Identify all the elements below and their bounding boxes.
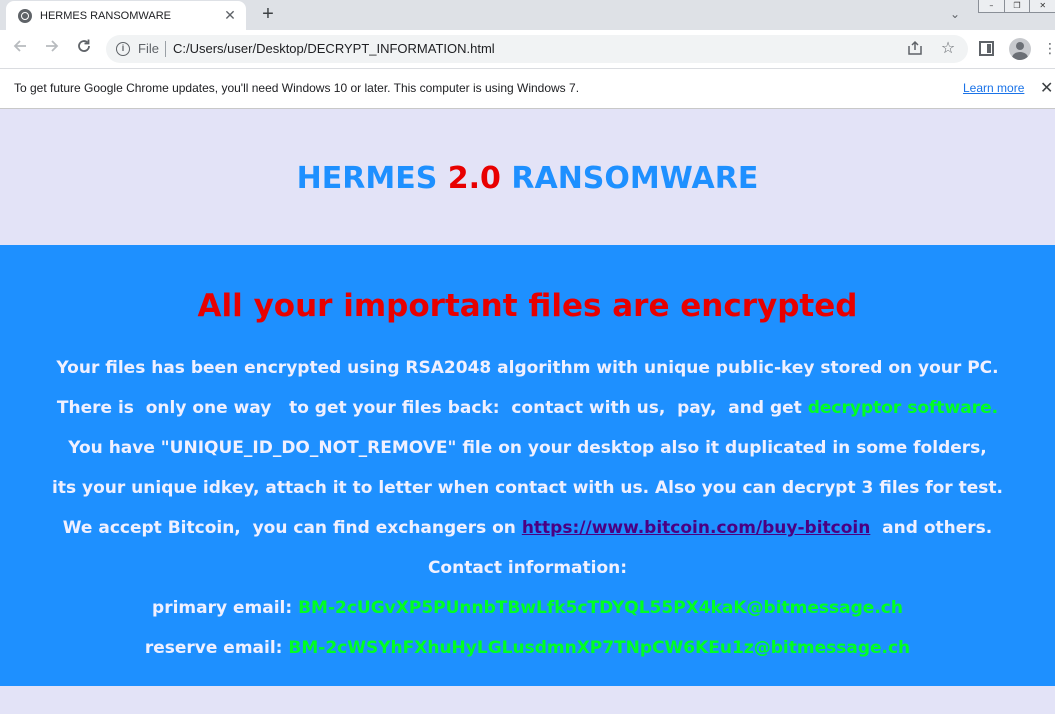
globe-icon: [18, 8, 32, 23]
reload-icon[interactable]: [72, 37, 96, 61]
page-title: HERMES 2.0 RANSOMWARE: [0, 161, 1055, 196]
page-header: HERMES 2.0 RANSOMWARE: [0, 110, 1055, 245]
note-line-2-text: There is only one way to get your files …: [56, 398, 808, 418]
browser-tab[interactable]: HERMES RANSOMWARE ✕: [6, 1, 246, 30]
window-controls: – ❐ ✕: [978, 0, 1055, 14]
primary-email-line: primary email: BM-2cUGvXP5PUnnbTBwLfk5cT…: [0, 598, 1055, 618]
omnibox-divider: [165, 41, 166, 57]
infobar-message: To get future Google Chrome updates, you…: [14, 81, 580, 95]
page-footer: [0, 686, 1055, 714]
tab-title: HERMES RANSOMWARE: [40, 9, 171, 22]
address-bar[interactable]: i File C:/Users/user/Desktop/DECRYPT_INF…: [106, 35, 968, 63]
bookmark-star-icon[interactable]: ☆: [939, 39, 957, 57]
infobar-close-icon[interactable]: ✕: [1040, 78, 1053, 98]
restore-button[interactable]: ❐: [1003, 0, 1031, 13]
decryptor-highlight: decryptor software.: [807, 398, 999, 418]
reserve-email: BM-2cWSYhFXhuHyLGLusdmnXP7TNpCW6KEu1z@bi…: [288, 638, 911, 658]
tab-search-icon[interactable]: ⌄: [944, 4, 966, 24]
back-arrow-icon[interactable]: [8, 37, 32, 61]
update-infobar: To get future Google Chrome updates, you…: [0, 68, 1055, 109]
bitcoin-exchange-link[interactable]: https://www.bitcoin.com/buy-bitcoin: [522, 518, 871, 538]
title-part2: RANSOMWARE: [511, 161, 759, 196]
primary-email: BM-2cUGvXP5PUnnbTBwLfk5cTDYQL55PX4kaK@bi…: [298, 598, 903, 618]
title-part1: HERMES: [296, 161, 438, 196]
note-line-2: There is only one way to get your files …: [0, 398, 1055, 418]
tab-close-icon[interactable]: ✕: [220, 6, 240, 26]
contact-heading: Contact information:: [427, 558, 628, 578]
primary-email-label: primary email:: [152, 598, 299, 618]
note-line-3: You have "UNIQUE_ID_DO_NOT_REMOVE" file …: [68, 438, 987, 458]
headline: All your important files are encrypted: [197, 288, 858, 324]
note-line-1: Your files has been encrypted using RSA2…: [56, 358, 999, 378]
title-version: 2.0: [447, 161, 501, 196]
reserve-email-line: reserve email: BM-2cWSYhFXhuHyLGLusdmnXP…: [0, 638, 1055, 658]
tab-strip: HERMES RANSOMWARE ✕ + ⌄ – ❐ ✕: [0, 0, 1055, 30]
info-icon[interactable]: i: [116, 42, 130, 56]
note-line-5-text: We accept Bitcoin, you can find exchange…: [62, 518, 522, 538]
share-icon[interactable]: [906, 40, 924, 58]
menu-icon[interactable]: ⋮: [1043, 40, 1055, 58]
reserve-email-label: reserve email:: [144, 638, 289, 658]
note-line-5: We accept Bitcoin, you can find exchange…: [0, 518, 1055, 538]
note-line-4: its your unique idkey, attach it to lett…: [52, 478, 1003, 498]
ransom-note-panel: All your important files are encrypted Y…: [0, 245, 1055, 686]
scheme-label: File: [138, 41, 159, 56]
side-panel-icon[interactable]: [979, 41, 994, 56]
new-tab-button[interactable]: +: [256, 3, 280, 27]
note-line-5-suffix: and others.: [870, 518, 993, 538]
minimize-button[interactable]: –: [978, 0, 1005, 13]
forward-arrow-icon[interactable]: [40, 37, 64, 61]
profile-avatar-icon[interactable]: [1009, 38, 1031, 60]
close-window-button[interactable]: ✕: [1029, 0, 1055, 13]
browser-toolbar: i File C:/Users/user/Desktop/DECRYPT_INF…: [0, 30, 1055, 68]
learn-more-link[interactable]: Learn more: [963, 81, 1024, 95]
url-text[interactable]: C:/Users/user/Desktop/DECRYPT_INFORMATIO…: [173, 41, 495, 56]
